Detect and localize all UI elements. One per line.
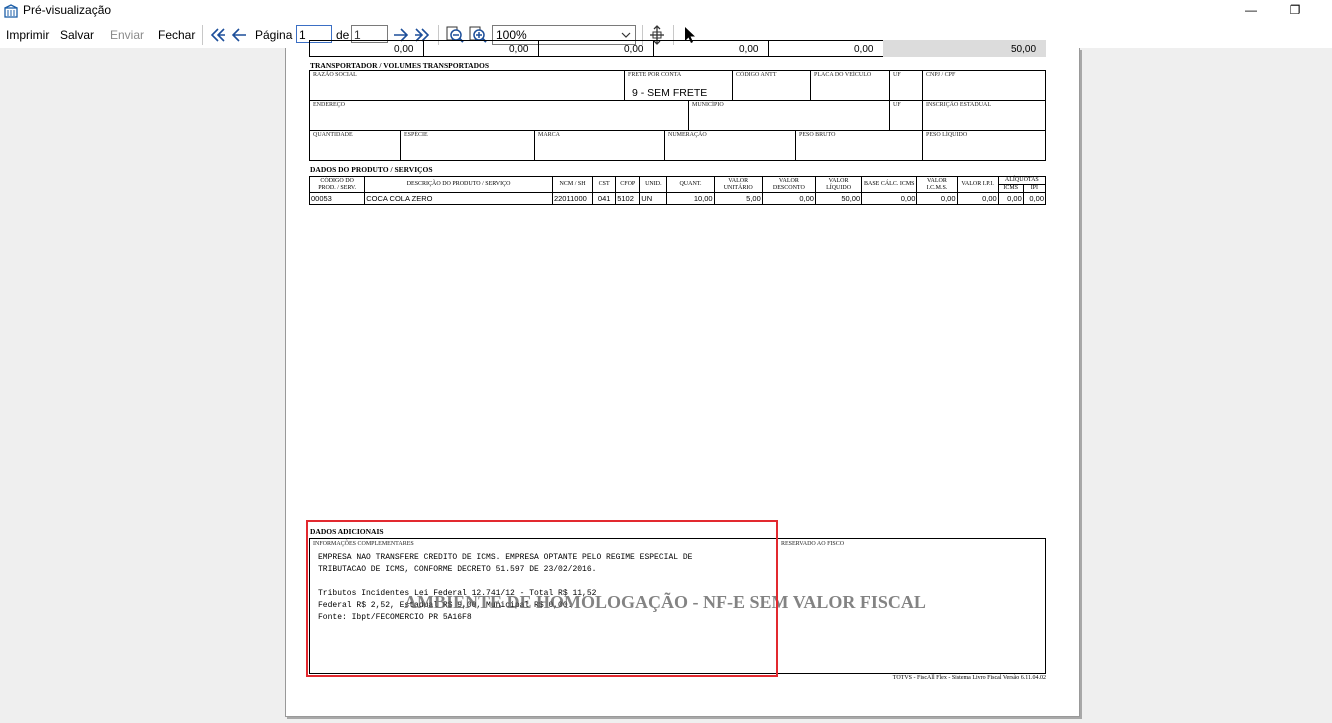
- column-header: VALOR UNITÁRIO: [713, 176, 763, 193]
- app-icon: [4, 4, 18, 18]
- total-value: 0,00: [739, 44, 759, 55]
- marca-label: MARCA: [538, 132, 561, 138]
- column-header: UNID.: [639, 176, 668, 193]
- footer-text: TOTVS - FiscAll Flex - Sistema Livro Fis…: [892, 675, 1046, 681]
- restore-button[interactable]: ❐: [1287, 2, 1303, 18]
- municipio-label: MUNICÍPIO: [692, 102, 724, 108]
- table-cell: 0,00: [916, 192, 958, 205]
- quantidade-label: QUANTIDADE: [313, 132, 353, 138]
- table-cell: 50,00: [814, 192, 863, 205]
- total-value: 0,00: [509, 44, 529, 55]
- column-header: CFOP: [615, 176, 641, 193]
- table-cell: 5102: [615, 192, 641, 205]
- fisco-label: RESERVADO AO FISCO: [781, 541, 845, 547]
- cell-divider: [423, 40, 424, 57]
- row-divider: [309, 100, 1046, 101]
- total-value: 0,00: [394, 44, 414, 55]
- cnpj-label: CNPJ / CPF: [926, 72, 956, 78]
- prev-page-icon[interactable]: [230, 25, 250, 45]
- table-cell: 00053: [308, 192, 366, 205]
- row-divider: [309, 130, 1046, 131]
- highlight-box: [306, 520, 778, 677]
- close-menu[interactable]: Fechar: [158, 28, 195, 42]
- column-header: VALOR DESCONTO: [761, 176, 816, 193]
- total-value: 0,00: [854, 44, 874, 55]
- column-header: IPI: [1022, 184, 1047, 193]
- column-header: CST: [592, 176, 617, 193]
- table-cell: 0,00: [956, 192, 999, 205]
- table-cell: 0,00: [997, 192, 1024, 205]
- cell-divider: [534, 130, 535, 161]
- toolbar-separator: [202, 25, 203, 45]
- save-menu[interactable]: Salvar: [60, 28, 94, 42]
- cell-divider: [688, 100, 689, 130]
- products-table: CÓDIGO DO PROD. / SERV. DESCRIÇÃO DO PRO…: [308, 176, 1047, 205]
- table-cell: 0,00: [1022, 192, 1047, 205]
- razao-social-label: RAZÃO SOCIAL: [313, 72, 357, 78]
- cell-divider: [889, 100, 890, 130]
- table-cell: 0,00: [761, 192, 816, 205]
- peso-bruto-label: PESO BRUTO: [799, 132, 836, 138]
- column-header: VALOR I.P.I.: [956, 176, 999, 193]
- transport-box: [309, 70, 1046, 161]
- column-header: DESCRIÇÃO DO PRODUTO / SERVIÇO: [364, 176, 553, 193]
- table-cell: COCA COLA ZERO: [364, 192, 553, 205]
- column-header: VALOR I.C.M.S.: [916, 176, 958, 193]
- products-section-title: DADOS DO PRODUTO / SERVIÇOS: [310, 165, 433, 174]
- document-page: 0,00 0,00 0,00 0,00 0,00 50,00 TRANSPORT…: [285, 40, 1080, 717]
- endereco-label: ENDEREÇO: [313, 102, 345, 108]
- frete-value: 9 - SEM FRETE: [632, 87, 708, 99]
- especie-label: ESPÉCIE: [404, 132, 428, 138]
- column-header: ALÍQUOTAS: [997, 176, 1047, 185]
- table-cell: UN: [639, 192, 668, 205]
- frete-label: FRETE POR CONTA: [628, 72, 682, 78]
- antt-label: CÓDIGO ANTT: [736, 72, 777, 78]
- cell-divider: [922, 100, 923, 130]
- table-cell: 041: [592, 192, 617, 205]
- total-value: 50,00: [1011, 44, 1037, 55]
- table-row: 00053 COCA COLA ZERO 22011000 041 5102 U…: [308, 192, 1047, 205]
- table-cell: 0,00: [861, 192, 918, 205]
- print-menu[interactable]: Imprimir: [6, 28, 49, 42]
- title-bar: Pré-visualização — ❐: [0, 0, 1332, 22]
- cell-divider: [400, 130, 401, 161]
- cell-divider: [922, 130, 923, 161]
- column-header: CÓDIGO DO PROD. / SERV.: [308, 176, 366, 193]
- window-title: Pré-visualização: [23, 3, 112, 17]
- preview-area[interactable]: 0,00 0,00 0,00 0,00 0,00 50,00 TRANSPORT…: [0, 40, 1332, 723]
- table-cell: 5,00: [713, 192, 763, 205]
- uf-label: UF: [893, 72, 901, 78]
- placa-label: PLACA DO VEÍCULO: [814, 72, 872, 78]
- minimize-button[interactable]: —: [1243, 2, 1259, 18]
- uf-label: UF: [893, 102, 901, 108]
- cell-divider: [624, 70, 625, 100]
- cell-divider: [653, 40, 654, 57]
- cell-divider: [889, 70, 890, 100]
- ie-label: INSCRIÇÃO ESTADUAL: [926, 102, 992, 108]
- send-menu[interactable]: Enviar: [110, 28, 144, 42]
- cell-divider: [810, 70, 811, 100]
- cell-divider: [538, 40, 539, 57]
- page-label: Página: [255, 28, 293, 42]
- first-page-icon[interactable]: [208, 25, 228, 45]
- cell-divider: [732, 70, 733, 100]
- table-cell: 22011000: [551, 192, 594, 205]
- total-value: 0,00: [624, 44, 644, 55]
- table-cell: 10,00: [666, 192, 715, 205]
- column-header: QUANT.: [666, 176, 715, 193]
- peso-liquido-label: PESO LÍQUIDO: [926, 132, 968, 138]
- transport-section-title: TRANSPORTADOR / VOLUMES TRANSPORTADOS: [310, 61, 490, 70]
- column-header: BASE CÁLC. ICMS: [861, 176, 918, 193]
- cell-divider: [922, 70, 923, 100]
- column-header: NCM / SH: [551, 176, 594, 193]
- column-header: ICMS: [997, 184, 1024, 193]
- numeracao-label: NUMERAÇÃO: [668, 132, 707, 138]
- cell-divider: [795, 130, 796, 161]
- cell-divider: [768, 40, 769, 57]
- table-header-row: CÓDIGO DO PROD. / SERV. DESCRIÇÃO DO PRO…: [308, 176, 1047, 193]
- cell-divider: [664, 130, 665, 161]
- column-header: VALOR LÍQUIDO: [814, 176, 863, 193]
